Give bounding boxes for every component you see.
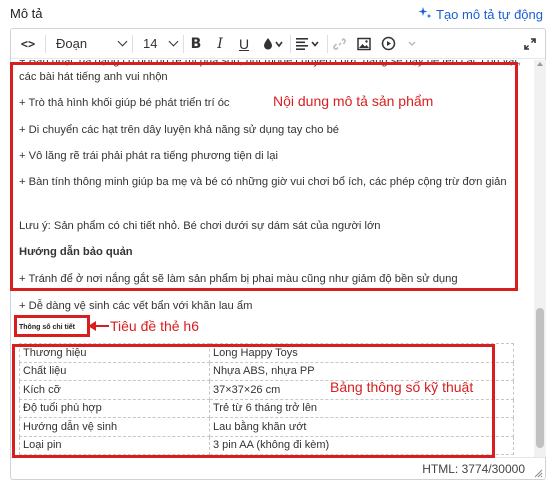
paragraph: + Dễ dàng vệ sinh các vết bẩn với khăn l… — [19, 300, 253, 312]
bold-icon[interactable]: B — [184, 29, 208, 59]
underline-icon[interactable]: U — [232, 29, 256, 59]
annotation-label-table: Bảng thông số kỹ thuật — [330, 379, 474, 395]
align-icon[interactable] — [291, 29, 327, 59]
editor-toolbar: <> Đoạn 14 B I U — [11, 29, 545, 59]
scroll-up-icon[interactable] — [537, 62, 543, 66]
annotation-label-heading: Tiêu đề thẻ h6 — [110, 318, 199, 334]
italic-icon[interactable]: I — [208, 29, 232, 59]
image-icon[interactable] — [352, 29, 376, 59]
text-color-icon[interactable] — [256, 29, 290, 59]
status-bar: HTML: 3774/30000 — [11, 457, 545, 480]
video-icon[interactable] — [376, 29, 400, 59]
annotation-box-description — [10, 62, 518, 291]
chevron-down-icon — [168, 36, 179, 47]
annotation-box-heading — [14, 315, 90, 337]
char-count: HTML: 3774/30000 — [422, 462, 525, 476]
scroll-thumb[interactable] — [536, 308, 544, 448]
font-size-value: 14 — [143, 36, 158, 51]
link-icon[interactable] — [328, 29, 352, 59]
font-size-select[interactable]: 14 — [133, 29, 183, 59]
annotation-arrow-icon — [88, 321, 109, 331]
annotation-label-description: Nội dung mô tả sản phẩm — [273, 93, 434, 109]
annotation-box-table — [12, 344, 495, 458]
sparkle-icon — [418, 6, 432, 23]
auto-description-label: Tạo mô tả tự động — [436, 7, 543, 22]
auto-description-link[interactable]: Tạo mô tả tự động — [418, 6, 543, 23]
resize-handle-icon[interactable] — [534, 469, 543, 478]
paragraph-format-select[interactable]: Đoạn — [46, 29, 132, 59]
paragraph-format-value: Đoạn — [56, 36, 88, 51]
code-icon[interactable]: <> — [11, 29, 45, 59]
fullscreen-icon[interactable] — [515, 29, 545, 59]
field-label: Mô tả — [10, 6, 43, 21]
scrollbar[interactable] — [534, 60, 546, 457]
chevron-down-icon — [117, 36, 128, 47]
more-icon — [400, 29, 424, 59]
